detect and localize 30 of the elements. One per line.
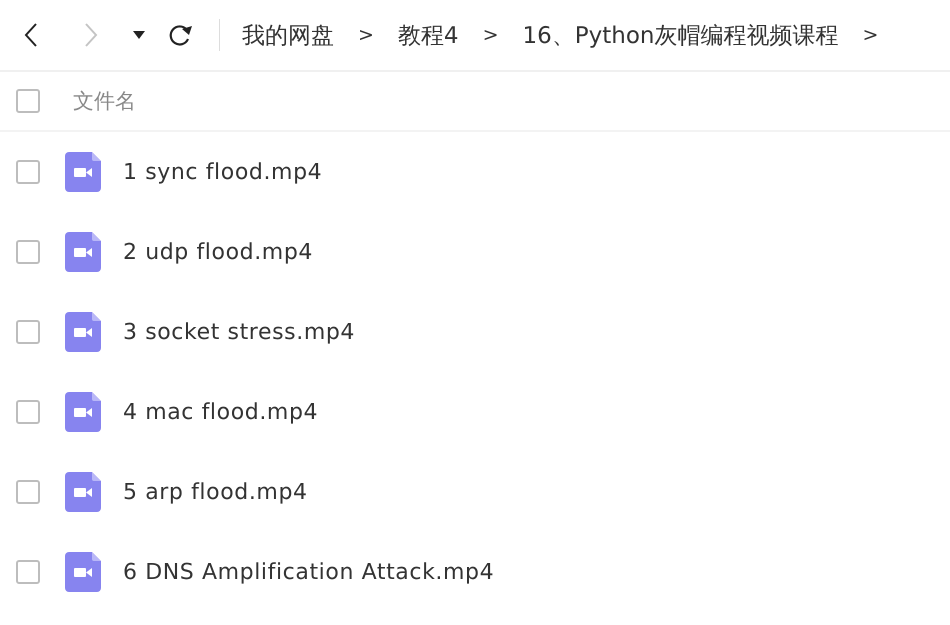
breadcrumb-link[interactable]: 16、Python灰帽编程视频课程 [522,20,838,50]
select-all-checkbox[interactable] [16,89,40,113]
row-checkbox[interactable] [16,480,40,504]
breadcrumb-separator: > [862,24,878,46]
file-name[interactable]: 2 udp flood.mp4 [123,240,313,264]
breadcrumb-link[interactable]: 教程4 [398,20,459,50]
breadcrumb-separator: > [482,24,498,46]
refresh-icon [167,23,193,47]
forward-icon [84,23,98,47]
file-name[interactable]: 1 sync flood.mp4 [123,160,322,184]
breadcrumb-separator: > [358,24,374,46]
back-icon [24,23,38,47]
video-file-icon [65,152,101,192]
video-file-icon [65,312,101,352]
caret-icon [133,31,145,39]
file-name[interactable]: 5 arp flood.mp4 [123,480,308,504]
video-file-icon [65,392,101,432]
row-checkbox[interactable] [16,400,40,424]
file-name[interactable]: 3 socket stress.mp4 [123,320,356,344]
video-file-icon [65,472,101,512]
row-checkbox[interactable] [16,240,40,264]
breadcrumb-link[interactable]: 我的网盘 [242,20,334,50]
file-name[interactable]: 4 mac flood.mp4 [123,400,318,424]
row-checkbox[interactable] [16,320,40,344]
video-file-icon [65,232,101,272]
row-checkbox[interactable] [16,560,40,584]
row-checkbox[interactable] [16,160,40,184]
file-name[interactable]: 6 DNS Amplification Attack.mp4 [123,560,494,584]
video-file-icon [65,552,101,592]
column-header: 文件名 [73,88,136,115]
